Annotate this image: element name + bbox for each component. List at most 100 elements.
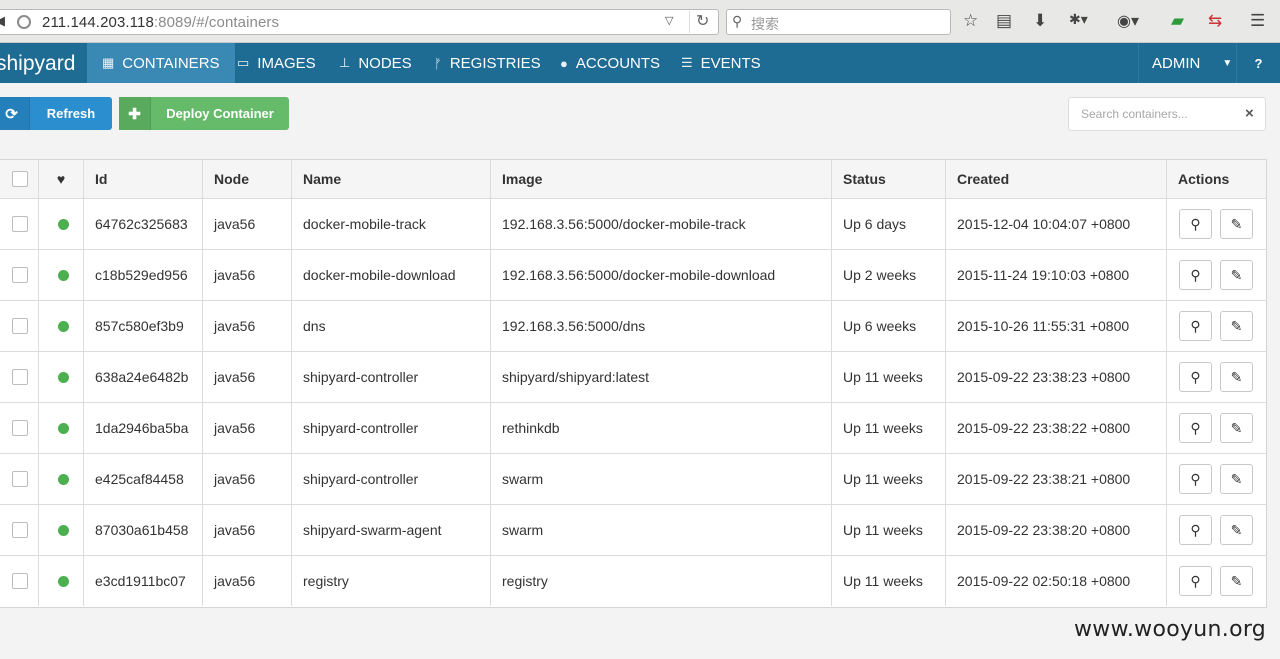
cell-id[interactable]: 87030a61b458 (84, 505, 203, 555)
cell-created: 2015-09-22 23:38:21 +0800 (946, 454, 1167, 504)
cell-id[interactable]: 64762c325683 (84, 199, 203, 249)
nav-registries[interactable]: ᚠ REGISTRIES (419, 43, 556, 83)
inspect-button[interactable]: ⚲ (1179, 413, 1212, 443)
row-checkbox[interactable] (11, 522, 28, 538)
clear-search-icon[interactable]: × (1245, 105, 1254, 122)
actions-cell: ⚲ ✎ (1167, 199, 1266, 249)
wrench-icon: ✎ (1230, 572, 1243, 589)
cell-node: java56 (203, 556, 292, 606)
cell-image: 192.168.3.56:5000/docker-mobile-download (491, 250, 832, 300)
cell-status: Up 11 weeks (832, 403, 946, 453)
history-dropdown-icon[interactable]: ▽ (665, 14, 673, 27)
cell-id[interactable]: e425caf84458 (84, 454, 203, 504)
cell-name: registry (292, 556, 491, 606)
nav-events[interactable]: ☰ EVENTS (666, 43, 776, 83)
settings-button[interactable]: ✎ (1220, 566, 1253, 596)
header-id[interactable]: Id (84, 160, 203, 198)
cell-id[interactable]: c18b529ed956 (84, 250, 203, 300)
nav-accounts[interactable]: ● ACCOUNTS (545, 43, 675, 83)
search-icon: ⚲ (1190, 215, 1201, 232)
table-row: 638a24e6482b java56 shipyard-controller shi… (0, 352, 1266, 403)
wrench-icon: ✎ (1230, 317, 1243, 334)
help-icon: ? (1254, 55, 1263, 71)
address-bar[interactable]: ◀ 211.144.203.118:8089/#/containers ▽ ↻ (0, 9, 719, 35)
inspect-button[interactable]: ⚲ (1179, 362, 1212, 392)
header-status[interactable]: Status (832, 160, 946, 198)
reading-list-icon[interactable]: ▤ (996, 11, 1012, 31)
health-cell (39, 199, 84, 249)
inspect-button[interactable]: ⚲ (1179, 260, 1212, 290)
inspect-button[interactable]: ⚲ (1179, 464, 1212, 494)
script-addon-icon[interactable]: ▰ (1171, 11, 1184, 31)
search-icon: ⚲ (1190, 572, 1201, 589)
wrench-icon: ✎ (1230, 266, 1243, 283)
select-all-checkbox[interactable] (11, 171, 28, 187)
cell-image: shipyard/shipyard:latest (491, 352, 832, 402)
settings-button[interactable]: ✎ (1220, 209, 1253, 239)
settings-button[interactable]: ✎ (1220, 413, 1253, 443)
nav-nodes[interactable]: ⊥ NODES (324, 43, 427, 83)
cell-node: java56 (203, 454, 292, 504)
settings-button[interactable]: ✎ (1220, 362, 1253, 392)
branch-icon: ᚠ (434, 55, 442, 71)
row-checkbox[interactable] (11, 573, 28, 589)
row-checkbox[interactable] (11, 318, 28, 334)
row-checkbox[interactable] (11, 471, 28, 487)
globe-addon-icon[interactable]: ◉▾ (1117, 11, 1139, 31)
cell-id[interactable]: e3cd1911bc07 (84, 556, 203, 606)
row-checkbox[interactable] (11, 369, 28, 385)
nav-containers[interactable]: ▦ CONTAINERS (87, 43, 235, 83)
row-checkbox[interactable] (11, 267, 28, 283)
url-text[interactable]: 211.144.203.118:8089/#/containers (42, 14, 279, 31)
inspect-button[interactable]: ⚲ (1179, 209, 1212, 239)
nav-registries-label: REGISTRIES (449, 54, 541, 72)
reload-icon[interactable]: ↻ (689, 11, 709, 33)
brand-logo[interactable]: shipyard (0, 52, 75, 76)
row-select-cell (0, 505, 39, 555)
menu-icon[interactable]: ☰ (1250, 11, 1265, 31)
settings-button[interactable]: ✎ (1220, 464, 1253, 494)
row-select-cell (0, 199, 39, 249)
browser-search-input[interactable]: ⚲ 搜索 (726, 9, 951, 35)
cell-image: 192.168.3.56:5000/dns (491, 301, 832, 351)
header-created[interactable]: Created (946, 160, 1167, 198)
cell-status: Up 6 weeks (832, 301, 946, 351)
status-dot-icon (57, 575, 69, 587)
refresh-button[interactable]: ⟳ Refresh (0, 97, 112, 130)
settings-button[interactable]: ✎ (1220, 515, 1253, 545)
bookmark-star-icon[interactable]: ☆ (963, 11, 978, 31)
refresh-icon: ⟳ (0, 97, 30, 130)
table-header: ♥ Id Node Name Image Status Created Acti… (0, 160, 1266, 199)
cell-id[interactable]: 638a24e6482b (84, 352, 203, 402)
admin-label: ADMIN (1152, 54, 1201, 72)
row-checkbox[interactable] (11, 216, 28, 232)
header-node[interactable]: Node (203, 160, 292, 198)
download-icon[interactable]: ⬇ (1033, 11, 1047, 31)
extension-icon[interactable]: ✱▾ (1069, 11, 1088, 28)
switch-addon-icon[interactable]: ⇆ (1208, 11, 1222, 31)
row-checkbox[interactable] (11, 420, 28, 436)
user-icon: ● (560, 55, 568, 71)
deploy-container-button[interactable]: ✚ Deploy Container (119, 97, 289, 130)
help-button[interactable]: ? (1236, 43, 1280, 83)
actions-cell: ⚲ ✎ (1167, 301, 1266, 351)
search-containers-input[interactable]: Search containers... × (1068, 97, 1266, 131)
search-icon: ⚲ (1190, 419, 1201, 436)
cell-created: 2015-09-22 23:38:20 +0800 (946, 505, 1167, 555)
inspect-button[interactable]: ⚲ (1179, 566, 1212, 596)
inspect-button[interactable]: ⚲ (1179, 515, 1212, 545)
cell-id[interactable]: 857c580ef3b9 (84, 301, 203, 351)
header-name[interactable]: Name (292, 160, 491, 198)
inspect-button[interactable]: ⚲ (1179, 311, 1212, 341)
header-image[interactable]: Image (491, 160, 832, 198)
health-cell (39, 250, 84, 300)
row-select-cell (0, 454, 39, 504)
settings-button[interactable]: ✎ (1220, 311, 1253, 341)
row-select-cell (0, 250, 39, 300)
admin-menu[interactable]: ADMIN ▼ (1138, 43, 1234, 83)
site-info-icon[interactable] (17, 15, 31, 29)
cell-id[interactable]: 1da2946ba5ba (84, 403, 203, 453)
settings-button[interactable]: ✎ (1220, 260, 1253, 290)
back-icon[interactable]: ◀ (0, 13, 11, 31)
nav-images[interactable]: ▭ IMAGES (222, 43, 331, 83)
